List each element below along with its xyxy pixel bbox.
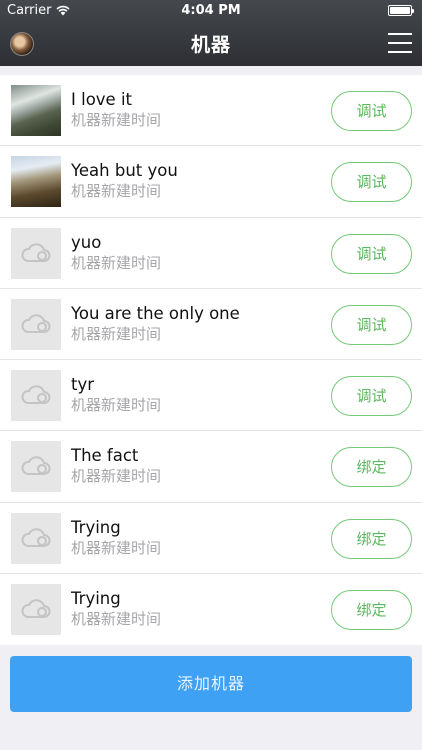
list-item[interactable]: Trying 机器新建时间 绑定 bbox=[0, 574, 422, 645]
cloud-icon bbox=[21, 599, 51, 619]
debug-button[interactable]: 调试 bbox=[331, 376, 412, 417]
machine-placeholder bbox=[11, 441, 61, 493]
cloud-icon bbox=[21, 242, 51, 262]
list-item[interactable]: tyr 机器新建时间 调试 bbox=[0, 360, 422, 432]
list-item[interactable]: I love it 机器新建时间 调试 bbox=[0, 75, 422, 147]
list-item[interactable]: Yeah but you 机器新建时间 调试 bbox=[0, 146, 422, 218]
bind-button[interactable]: 绑定 bbox=[331, 590, 412, 631]
battery-icon bbox=[388, 5, 414, 16]
bind-button[interactable]: 绑定 bbox=[331, 447, 412, 488]
machine-name: Yeah but you bbox=[71, 161, 178, 181]
machine-placeholder bbox=[11, 227, 61, 279]
list-item[interactable]: The fact 机器新建时间 绑定 bbox=[0, 431, 422, 503]
machine-created-time: 机器新建时间 bbox=[71, 253, 162, 272]
add-machine-button[interactable]: 添加机器 bbox=[10, 656, 412, 712]
machine-created-time: 机器新建时间 bbox=[71, 538, 162, 557]
page-title: 机器 bbox=[190, 34, 231, 56]
machine-photo bbox=[11, 156, 61, 208]
machine-placeholder bbox=[11, 584, 61, 636]
debug-button[interactable]: 调试 bbox=[331, 91, 412, 131]
debug-button[interactable]: 调试 bbox=[331, 304, 412, 345]
list-item[interactable]: You are the only one 机器新建时间 调试 bbox=[0, 289, 422, 361]
cloud-icon bbox=[21, 314, 51, 333]
debug-button[interactable]: 调试 bbox=[331, 233, 412, 274]
machine-name: You are the only one bbox=[71, 303, 240, 323]
status-bar: Carrier 4:04 PM bbox=[0, 0, 422, 22]
machine-created-time: 机器新建时间 bbox=[71, 610, 162, 629]
machine-created-time: 机器新建时间 bbox=[71, 324, 162, 343]
machine-name: Trying bbox=[71, 517, 121, 537]
nav-bar: 机器 bbox=[0, 22, 422, 66]
menu-icon[interactable] bbox=[388, 32, 412, 54]
machine-placeholder bbox=[11, 512, 61, 564]
cloud-icon bbox=[21, 528, 51, 547]
list-item[interactable]: Trying 机器新建时间 绑定 bbox=[0, 503, 422, 575]
bind-button[interactable]: 绑定 bbox=[331, 518, 412, 559]
debug-button[interactable]: 调试 bbox=[331, 162, 412, 203]
machine-created-time: 机器新建时间 bbox=[71, 396, 162, 415]
list-item[interactable]: yuo 机器新建时间 调试 bbox=[0, 218, 422, 289]
machine-created-time: 机器新建时间 bbox=[71, 467, 162, 486]
machine-placeholder bbox=[11, 298, 61, 350]
machine-created-time: 机器新建时间 bbox=[71, 182, 162, 201]
machine-name: Trying bbox=[71, 589, 121, 609]
machine-name: tyr bbox=[71, 375, 95, 395]
cloud-icon bbox=[21, 385, 51, 405]
app-header: Carrier 4:04 PM 机器 bbox=[0, 0, 422, 66]
machine-photo bbox=[11, 85, 61, 136]
machine-name: The fact bbox=[71, 446, 139, 466]
machine-placeholder bbox=[11, 370, 61, 422]
machine-name: yuo bbox=[71, 232, 102, 252]
machine-list: I love it 机器新建时间 调试 Yeah but you 机器新建时间 调试 yuo… bbox=[0, 75, 422, 646]
machine-name: I love it bbox=[71, 90, 133, 109]
cloud-icon bbox=[21, 456, 51, 476]
status-time: 4:04 PM bbox=[181, 3, 241, 18]
machine-created-time: 机器新建时间 bbox=[71, 111, 162, 129]
